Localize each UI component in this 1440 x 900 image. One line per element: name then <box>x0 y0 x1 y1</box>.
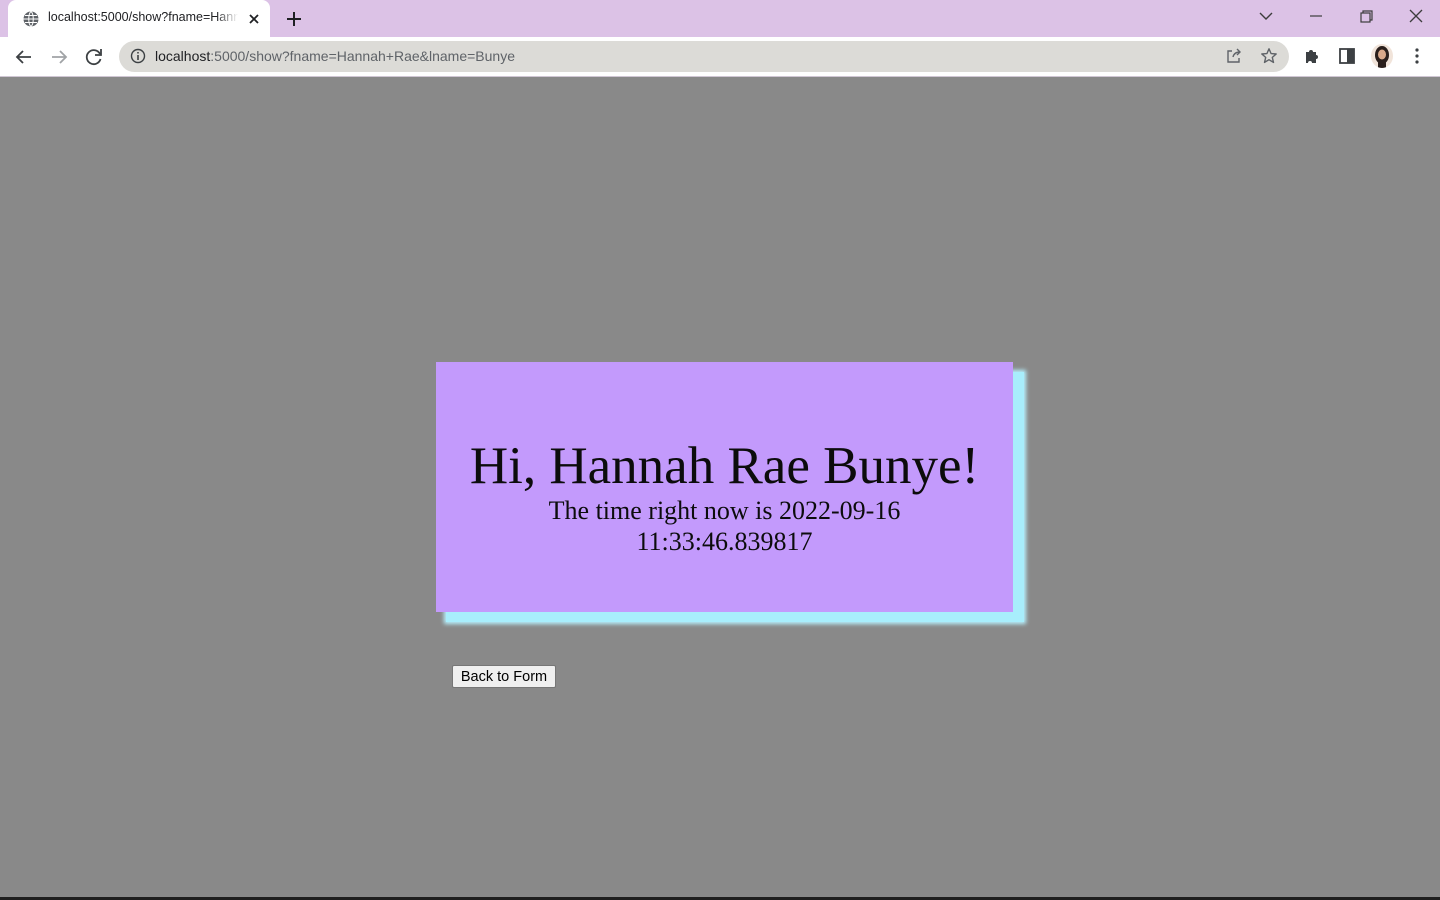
kebab-menu-icon[interactable] <box>1407 46 1427 66</box>
restore-icon[interactable] <box>1354 6 1378 28</box>
info-icon[interactable] <box>130 48 146 64</box>
chevron-down-icon[interactable] <box>1254 6 1278 28</box>
browser-tab[interactable]: localhost:5000/show?fname=Hannah+Rae&lna… <box>8 0 270 37</box>
globe-icon <box>23 11 39 27</box>
close-icon[interactable] <box>246 11 262 27</box>
address-bar[interactable]: localhost:5000/show?fname=Hannah+Rae&lna… <box>119 41 1289 72</box>
profile-avatar-image <box>1375 46 1389 68</box>
tab-strip: localhost:5000/show?fname=Hannah+Rae&lna… <box>0 0 1440 37</box>
url-host: localhost <box>155 48 211 64</box>
url-text[interactable]: localhost:5000/show?fname=Hannah+Rae&lna… <box>155 48 515 64</box>
url-path: :5000/show?fname=Hannah+Rae&lname=Bunye <box>210 48 515 64</box>
browser-toolbar: localhost:5000/show?fname=Hannah+Rae&lna… <box>0 37 1440 77</box>
close-icon[interactable] <box>1404 6 1428 28</box>
side-panel-icon[interactable] <box>1337 46 1357 66</box>
share-icon[interactable] <box>1225 47 1243 65</box>
greeting-heading: Hi, Hannah Rae Bunye! <box>469 437 980 495</box>
puzzle-icon[interactable] <box>1302 46 1322 66</box>
plus-icon[interactable] <box>284 9 304 29</box>
avatar[interactable] <box>1371 44 1393 68</box>
current-time-text: The time right now is 2022-09-16 11:33:4… <box>548 496 901 556</box>
minimize-icon[interactable] <box>1304 6 1328 28</box>
star-icon[interactable] <box>1260 47 1278 65</box>
arrow-left-icon[interactable] <box>12 45 36 69</box>
tab-title: localhost:5000/show?fname=Hannah+Rae&lna… <box>48 10 238 24</box>
reload-icon[interactable] <box>82 45 106 69</box>
back-to-form-button[interactable]: Back to Form <box>452 665 556 688</box>
greeting-card: Hi, Hannah Rae Bunye! The time right now… <box>436 362 1013 612</box>
arrow-right-icon[interactable] <box>47 45 71 69</box>
